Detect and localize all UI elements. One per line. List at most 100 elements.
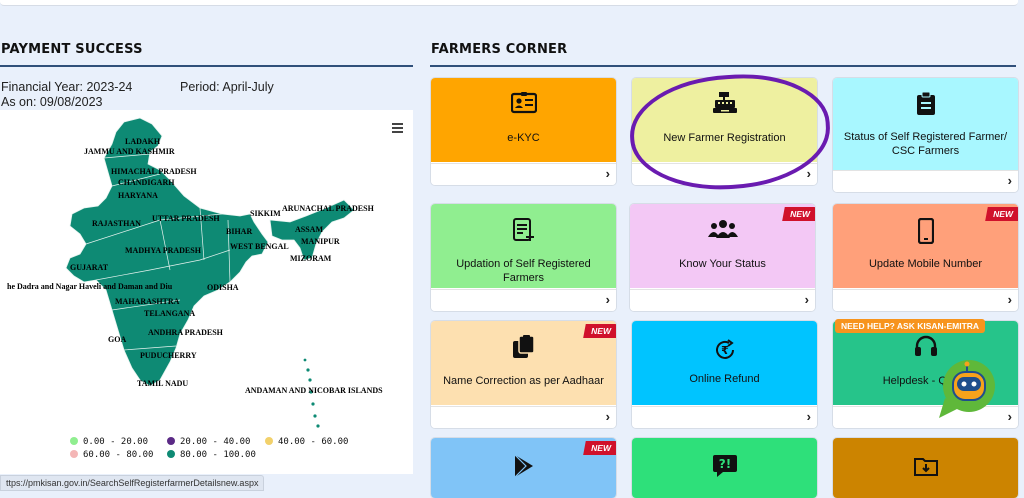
card-top: Know Your Status NEW bbox=[630, 204, 815, 288]
legend-item[interactable]: 0.00 - 20.00 bbox=[70, 437, 148, 447]
clipboard-copy-icon bbox=[431, 335, 616, 364]
top-panel bbox=[0, 0, 1018, 6]
users-icon bbox=[630, 218, 815, 245]
card-top: e-KYC bbox=[431, 78, 616, 162]
legend-dot bbox=[167, 437, 175, 445]
card-label: e-KYC bbox=[507, 132, 540, 144]
card-footer: › bbox=[632, 163, 817, 185]
label-arunachal: ARUNACHAL PRADESH bbox=[282, 204, 374, 213]
card-top: Updation of Self Registered Farmers bbox=[431, 204, 616, 288]
label-sikkim: SIKKIM bbox=[250, 209, 281, 218]
id-card-icon bbox=[431, 92, 616, 119]
legend-item[interactable]: 40.00 - 60.00 bbox=[265, 437, 348, 447]
card-label: Update Mobile Number bbox=[868, 258, 983, 270]
rupee-refund-icon: ₹ bbox=[632, 338, 817, 367]
chevron-right-icon: › bbox=[605, 409, 610, 424]
label-jk: JAMMU AND KASHMIR bbox=[84, 147, 175, 156]
label-goa: GOA bbox=[108, 335, 127, 344]
new-badge: NEW bbox=[985, 207, 1018, 221]
download-folder-icon bbox=[833, 456, 1018, 481]
label-mizoram: MIZORAM bbox=[290, 254, 332, 263]
card-footer: › bbox=[431, 163, 616, 185]
card-new-farmer-registration[interactable]: New Farmer Registration › bbox=[632, 78, 817, 185]
card-top: Status of Self Registered Farmer/ CSC Fa… bbox=[833, 78, 1018, 170]
legend-label: 60.00 - 80.00 bbox=[83, 450, 154, 460]
label-rajasthan: RAJASTHAN bbox=[92, 219, 141, 228]
card-footer: › bbox=[833, 170, 1018, 192]
card-update-mobile-number[interactable]: Update Mobile Number NEW › bbox=[833, 204, 1018, 311]
card-faq[interactable]: ?! bbox=[632, 438, 817, 498]
label-assam: ASSAM bbox=[295, 225, 324, 234]
farmers-corner-divider bbox=[430, 65, 1016, 67]
card-status-self-registered[interactable]: Status of Self Registered Farmer/ CSC Fa… bbox=[833, 78, 1018, 192]
chevron-right-icon: › bbox=[804, 292, 809, 307]
section-divider bbox=[0, 65, 413, 67]
payment-success-section: PAYMENT SUCCESS Financial Year: 2023-24 … bbox=[0, 30, 415, 489]
card-top: NEW bbox=[431, 438, 616, 498]
legend-item[interactable]: 80.00 - 100.00 bbox=[167, 450, 256, 460]
section-title: PAYMENT SUCCESS bbox=[1, 42, 143, 57]
card-label: Know Your Status bbox=[679, 258, 766, 270]
label-wb: WEST BENGAL bbox=[230, 242, 289, 251]
legend-item[interactable]: 20.00 - 40.00 bbox=[167, 437, 250, 447]
legend-item[interactable]: 60.00 - 80.00 bbox=[70, 450, 153, 460]
card-footer: › bbox=[632, 406, 817, 428]
legend-dot bbox=[167, 450, 175, 458]
chatbot-icon[interactable] bbox=[935, 358, 997, 420]
card-online-refund[interactable]: ₹ Online Refund › bbox=[632, 321, 817, 428]
card-name-correction[interactable]: Name Correction as per Aadhaar NEW › bbox=[431, 321, 616, 428]
chevron-right-icon: › bbox=[1007, 173, 1012, 188]
india-map-chart: LADAKH JAMMU AND KASHMIR HIMACHAL PRADES… bbox=[0, 110, 413, 474]
label-manipur: MANIPUR bbox=[301, 237, 340, 246]
label-puducherry: PUDUCHERRY bbox=[140, 351, 197, 360]
card-top: ₹ Online Refund bbox=[632, 321, 817, 405]
new-badge: NEW bbox=[583, 324, 616, 338]
card-top: New Farmer Registration bbox=[632, 78, 817, 162]
clipboard-icon bbox=[833, 91, 1018, 121]
label-odisha: ODISHA bbox=[207, 283, 239, 292]
svg-text:?!: ?! bbox=[718, 457, 730, 471]
card-download[interactable] bbox=[833, 438, 1018, 498]
label-chandigarh: CHANDIGARH bbox=[118, 178, 175, 187]
card-label: Status of Self Registered Farmer/ CSC Fa… bbox=[843, 131, 1008, 157]
as-on-date: As on: 09/08/2023 bbox=[1, 95, 103, 109]
label-bihar: BIHAR bbox=[226, 227, 253, 236]
farmers-corner-title: FARMERS CORNER bbox=[431, 42, 568, 57]
label-gujarat: GUJARAT bbox=[70, 263, 109, 272]
legend-dot bbox=[265, 437, 273, 445]
legend-label: 0.00 - 20.00 bbox=[83, 437, 149, 447]
play-store-icon bbox=[431, 454, 616, 483]
label-maharashtra: MAHARASHTRA bbox=[115, 297, 180, 306]
card-top: Update Mobile Number NEW bbox=[833, 204, 1018, 288]
label-mp: MADHYA PRADESH bbox=[125, 246, 201, 255]
card-footer: › bbox=[431, 289, 616, 311]
legend-label: 20.00 - 40.00 bbox=[180, 437, 251, 447]
card-know-your-status[interactable]: Know Your Status NEW › bbox=[630, 204, 815, 311]
mobile-icon bbox=[833, 217, 1018, 249]
cash-register-icon bbox=[632, 92, 817, 119]
card-ekyc[interactable]: e-KYC › bbox=[431, 78, 616, 185]
chevron-right-icon: › bbox=[605, 292, 610, 307]
india-map bbox=[65, 117, 355, 428]
new-badge: NEW bbox=[583, 441, 616, 455]
top-strip bbox=[0, 0, 1024, 30]
label-tn: TAMIL NADU bbox=[137, 379, 189, 388]
card-updation-self-registered[interactable]: Updation of Self Registered Farmers › bbox=[431, 204, 616, 311]
card-play-store[interactable]: NEW bbox=[431, 438, 616, 498]
legend-dot bbox=[70, 437, 78, 445]
label-hp: HIMACHAL PRADESH bbox=[111, 167, 197, 176]
card-top: Name Correction as per Aadhaar NEW bbox=[431, 321, 616, 405]
financial-year: Financial Year: 2023-24 bbox=[1, 80, 133, 94]
card-top bbox=[833, 438, 1018, 498]
edit-document-icon bbox=[431, 218, 616, 247]
card-label: Name Correction as per Aadhaar bbox=[443, 375, 604, 387]
card-footer: › bbox=[431, 406, 616, 428]
kisan-emitra-help-tag[interactable]: NEED HELP? ASK KISAN-EMITRA bbox=[835, 319, 986, 333]
label-andaman: ANDAMAN AND NICOBAR ISLANDS bbox=[245, 386, 383, 395]
label-dnh: he Dadra and Nagar Haveli and Daman and … bbox=[7, 282, 173, 291]
chevron-right-icon: › bbox=[1007, 409, 1012, 424]
card-label: New Farmer Registration bbox=[663, 132, 786, 144]
label-telangana: TELANGANA bbox=[144, 309, 196, 318]
card-top: ?! bbox=[632, 438, 817, 498]
svg-text:₹: ₹ bbox=[721, 344, 729, 357]
